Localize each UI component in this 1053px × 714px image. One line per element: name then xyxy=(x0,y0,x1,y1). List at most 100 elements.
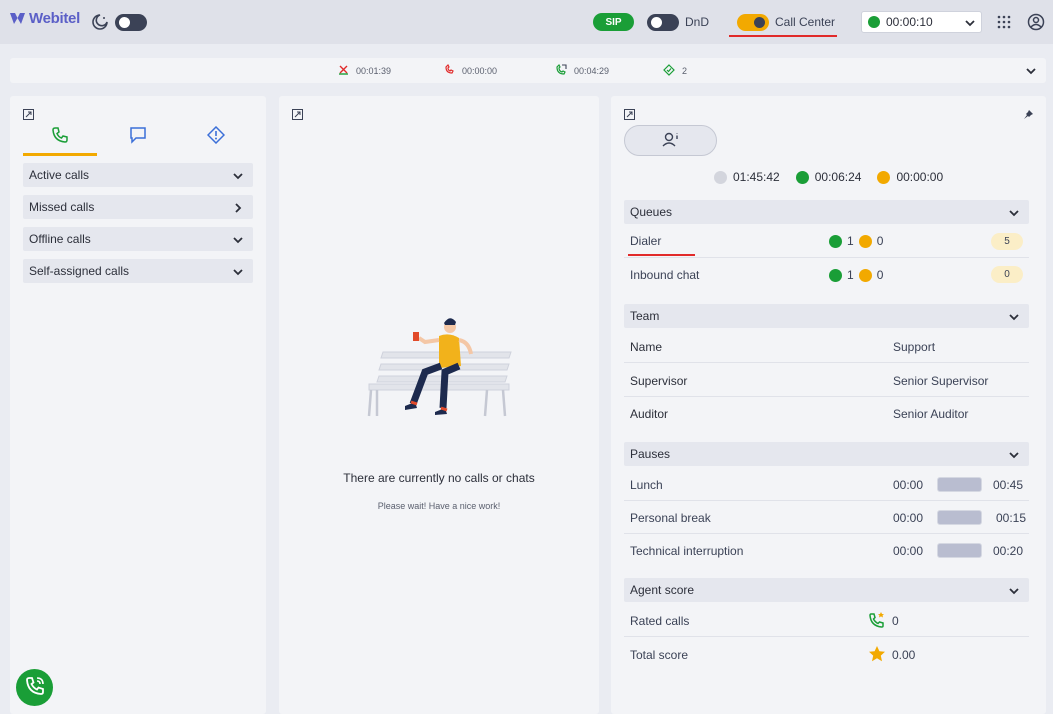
team-label: Auditor xyxy=(630,407,669,421)
stat-transfer: 00:04:29 xyxy=(556,63,609,77)
diamond-check-icon xyxy=(663,64,675,78)
night-mode-icon xyxy=(91,13,109,34)
star-icon xyxy=(868,645,886,666)
chat-icon xyxy=(129,126,147,156)
empty-state-title: There are currently no calls or chats xyxy=(343,471,535,485)
alert-icon xyxy=(206,125,226,156)
app-logo: Webitel xyxy=(9,10,80,27)
rated-call-icon xyxy=(868,611,886,632)
logo-icon xyxy=(10,12,25,24)
calls-tabs xyxy=(23,124,253,156)
team-label: Name xyxy=(630,340,663,354)
pause-label: Personal break xyxy=(630,511,711,525)
pause-label: Lunch xyxy=(630,478,663,492)
queues-title: Queues xyxy=(630,205,673,219)
score-row-rated-calls: Rated calls 0 xyxy=(624,604,1029,637)
team-row-auditor: Auditor Senior Auditor xyxy=(624,397,1029,430)
offline-dot xyxy=(714,170,727,184)
pause-label: Technical interruption xyxy=(630,544,744,558)
missed-call-icon xyxy=(338,64,349,77)
call-center-toggle[interactable] xyxy=(737,14,769,31)
app-name: Webitel xyxy=(29,10,80,27)
pause-start: 00:00 xyxy=(893,511,924,525)
call-center-label: Call Center xyxy=(775,15,836,29)
pause-timer: 00:00:00 xyxy=(896,170,944,184)
dnd-label: DnD xyxy=(685,15,710,29)
agent-panel: 01:45:42 00:06:24 00:00:00 Queues Dialer… xyxy=(611,96,1046,714)
softphone-button[interactable] xyxy=(16,669,53,706)
yellow-dot xyxy=(858,234,872,248)
team-row-name: Name Support xyxy=(624,330,1029,363)
score-row-total-score: Total score 0.00 xyxy=(624,637,1029,670)
pauses-section-header[interactable]: Pauses xyxy=(624,442,1029,466)
queue-yellow-count: 0 xyxy=(876,234,884,248)
offline-calls-section[interactable]: Offline calls xyxy=(23,227,253,251)
tab-alerts[interactable] xyxy=(179,124,253,156)
queues-section-header[interactable]: Queues xyxy=(624,200,1029,224)
queue-name: Dialer xyxy=(630,234,662,248)
calls-panel: Active calls Missed calls Offline calls … xyxy=(10,96,266,714)
yellow-dot xyxy=(858,268,872,282)
score-label: Rated calls xyxy=(630,614,690,628)
stat-done: 2 xyxy=(663,64,687,78)
queue-count-badge: 5 xyxy=(991,233,1023,250)
expand-icon[interactable] xyxy=(23,109,34,123)
pause-end: 00:20 xyxy=(993,544,1024,558)
pause-start: 00:00 xyxy=(893,478,924,492)
expand-icon[interactable] xyxy=(624,109,635,123)
queue-row-inbound-chat[interactable]: Inbound chat 1 0 0 xyxy=(624,258,1029,291)
sip-badge[interactable]: SIP xyxy=(593,13,634,31)
self-assigned-calls-label: Self-assigned calls xyxy=(29,264,130,278)
pause-progress-bar xyxy=(937,543,982,558)
offline-calls-label: Offline calls xyxy=(29,232,91,246)
pause-end: 00:45 xyxy=(993,478,1024,492)
pauses-title: Pauses xyxy=(630,447,671,461)
night-mode-toggle[interactable] xyxy=(115,14,147,31)
pause-progress-bar xyxy=(937,477,982,492)
queue-green-count: 1 xyxy=(847,234,854,248)
phone-icon xyxy=(24,675,46,700)
agent-score-title: Agent score xyxy=(630,583,695,597)
pause-row-lunch[interactable]: Lunch 00:00 00:45 xyxy=(624,468,1029,501)
call-center-underline xyxy=(729,35,837,37)
pause-row-personal-break[interactable]: Personal break 00:00 00:15 xyxy=(624,501,1029,534)
user-account-icon[interactable] xyxy=(1027,13,1045,34)
chevron-right-icon xyxy=(232,202,244,217)
queue-yellow-count: 0 xyxy=(876,268,884,282)
self-assigned-calls-section[interactable]: Self-assigned calls xyxy=(23,259,253,283)
team-title: Team xyxy=(630,309,660,323)
agent-info-button[interactable] xyxy=(624,125,717,156)
status-time: 00:00:10 xyxy=(886,15,933,29)
chevron-down-icon xyxy=(964,17,976,32)
team-value: Senior Supervisor xyxy=(893,374,989,388)
missed-calls-section[interactable]: Missed calls xyxy=(23,195,253,219)
chevron-down-icon xyxy=(1008,311,1020,326)
stat-missed-value: 00:01:39 xyxy=(356,65,392,76)
chevron-down-icon xyxy=(232,234,244,249)
chevron-down-icon xyxy=(1008,449,1020,464)
stat-ended-value: 00:00:00 xyxy=(462,65,498,76)
active-calls-label: Active calls xyxy=(29,168,90,182)
stat-ended: 00:00:00 xyxy=(444,63,498,77)
pause-progress-bar xyxy=(937,510,982,525)
empty-state-illustration xyxy=(367,318,512,417)
stat-missed: 00:01:39 xyxy=(338,64,391,77)
pause-end: 00:15 xyxy=(996,511,1027,525)
agent-score-section-header[interactable]: Agent score xyxy=(624,578,1029,602)
score-label: Total score xyxy=(630,648,689,662)
offline-timer: 01:45:42 xyxy=(733,170,780,184)
pin-icon[interactable] xyxy=(1023,109,1034,123)
status-select[interactable]: 00:00:10 xyxy=(861,11,982,33)
transfer-call-icon xyxy=(556,63,567,77)
dnd-toggle[interactable] xyxy=(647,14,679,31)
apps-grid-icon[interactable] xyxy=(997,15,1011,32)
queue-name: Inbound chat xyxy=(630,268,700,282)
active-calls-section[interactable]: Active calls xyxy=(23,163,253,187)
stat-done-value: 2 xyxy=(682,66,688,76)
tab-calls[interactable] xyxy=(23,124,97,156)
expand-icon[interactable] xyxy=(292,109,303,123)
pause-row-technical-interruption[interactable]: Technical interruption 00:00 00:20 xyxy=(624,534,1029,567)
tab-chats[interactable] xyxy=(101,124,175,156)
chevron-down-icon[interactable] xyxy=(1025,65,1037,80)
team-section-header[interactable]: Team xyxy=(624,304,1029,328)
